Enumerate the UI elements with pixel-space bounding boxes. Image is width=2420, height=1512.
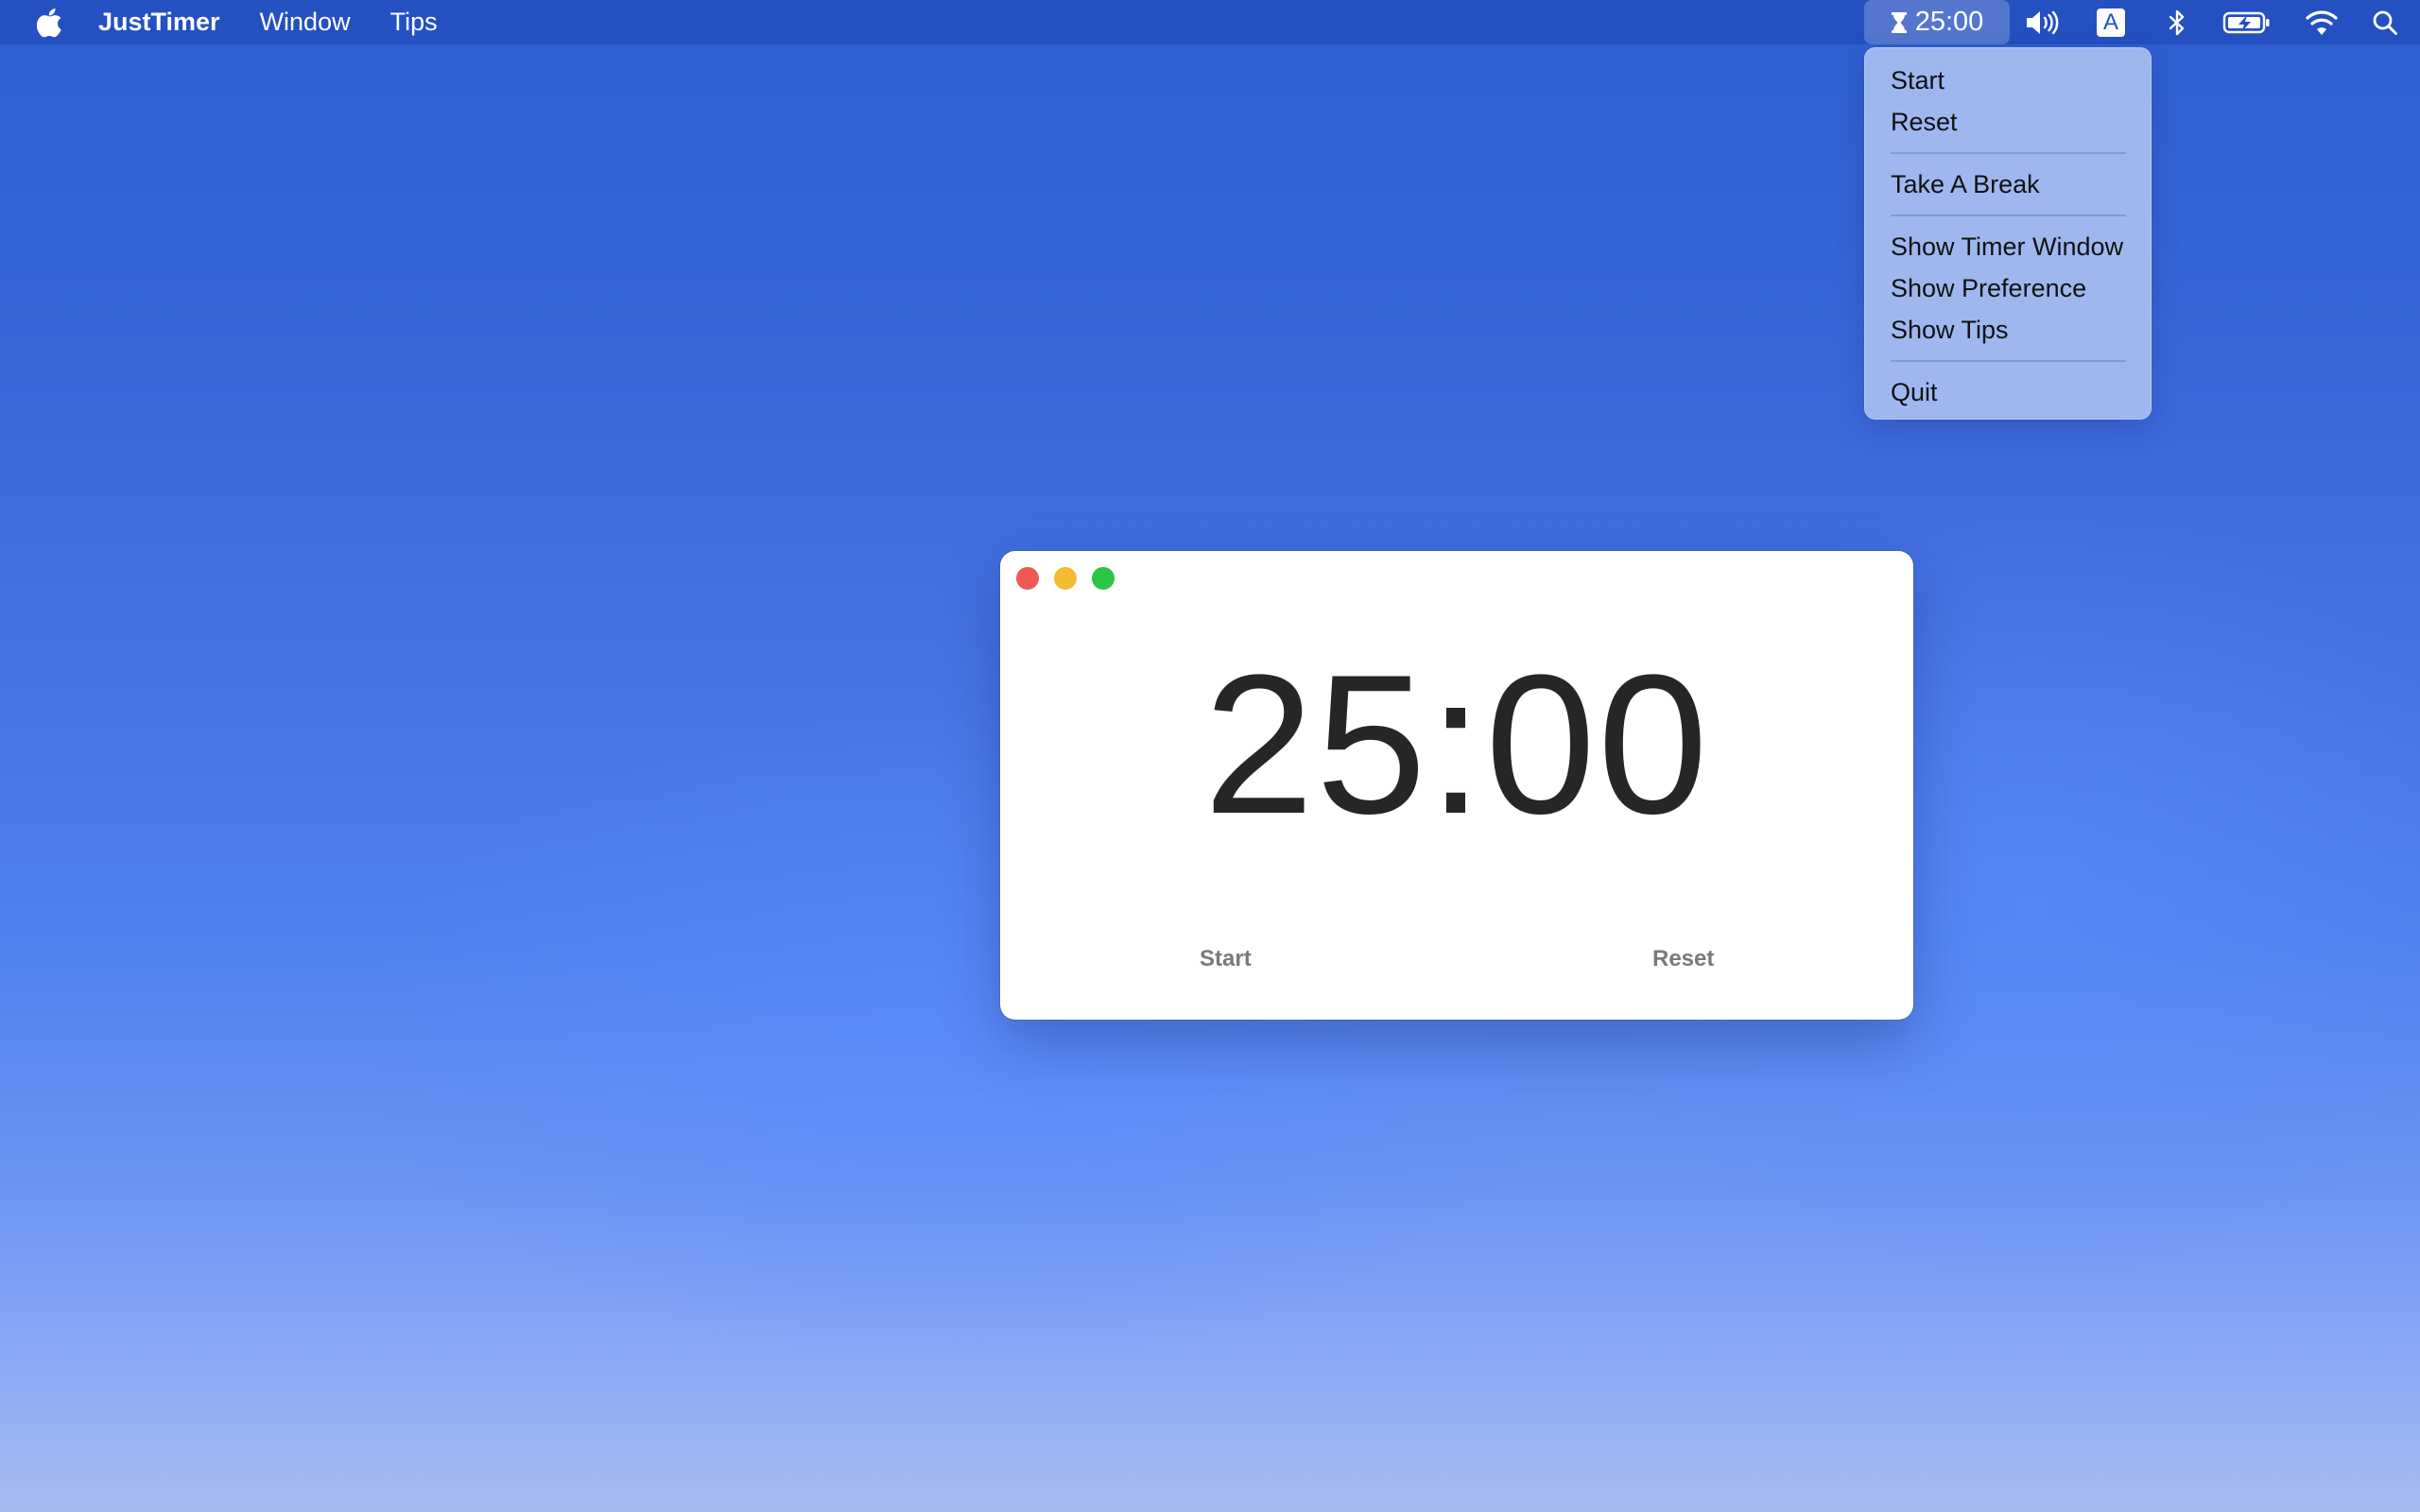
menu-item-reset[interactable]: Reset bbox=[1864, 101, 2152, 143]
menu-item-show-timer-window[interactable]: Show Timer Window bbox=[1864, 226, 2152, 267]
timer-status-item[interactable]: 25:00 bbox=[1864, 0, 2010, 44]
bluetooth-icon[interactable] bbox=[2166, 0, 2188, 44]
timer-window: 25:00 Start Reset bbox=[1000, 551, 1913, 1020]
timer-dropdown-menu: Start Reset Take A Break Show Timer Wind… bbox=[1864, 47, 2152, 420]
window-close-button[interactable] bbox=[1016, 567, 1039, 590]
menu-tips[interactable]: Tips bbox=[390, 8, 438, 37]
start-button[interactable]: Start bbox=[1200, 946, 1252, 972]
menu-window[interactable]: Window bbox=[260, 8, 351, 37]
hourglass-icon bbox=[1891, 11, 1908, 33]
input-source-icon[interactable]: A bbox=[2097, 0, 2125, 44]
wifi-icon[interactable] bbox=[2305, 0, 2339, 44]
menu-separator bbox=[1891, 215, 2126, 216]
spotlight-search-icon[interactable] bbox=[2371, 0, 2399, 44]
battery-charging-icon[interactable] bbox=[2221, 0, 2273, 44]
input-source-label: A bbox=[2097, 8, 2125, 37]
menu-item-take-a-break[interactable]: Take A Break bbox=[1864, 163, 2152, 205]
timer-status-text: 25:00 bbox=[1914, 7, 1984, 37]
menu-bar: JustTimer Window Tips 25:00 A bbox=[0, 0, 2420, 44]
reset-button[interactable]: Reset bbox=[1652, 946, 1714, 972]
apple-icon[interactable] bbox=[36, 7, 64, 39]
volume-icon[interactable] bbox=[2024, 0, 2060, 44]
window-minimize-button[interactable] bbox=[1054, 567, 1077, 590]
menu-app-name[interactable]: JustTimer bbox=[98, 8, 220, 37]
window-zoom-button[interactable] bbox=[1092, 567, 1115, 590]
menu-separator bbox=[1891, 152, 2126, 154]
timer-display: 25:00 bbox=[1203, 633, 1710, 855]
menu-item-show-tips[interactable]: Show Tips bbox=[1864, 309, 2152, 351]
menu-item-show-preference[interactable]: Show Preference bbox=[1864, 267, 2152, 309]
menu-item-quit[interactable]: Quit bbox=[1864, 371, 2152, 413]
menu-separator bbox=[1891, 360, 2126, 362]
menu-item-start[interactable]: Start bbox=[1864, 60, 2152, 101]
